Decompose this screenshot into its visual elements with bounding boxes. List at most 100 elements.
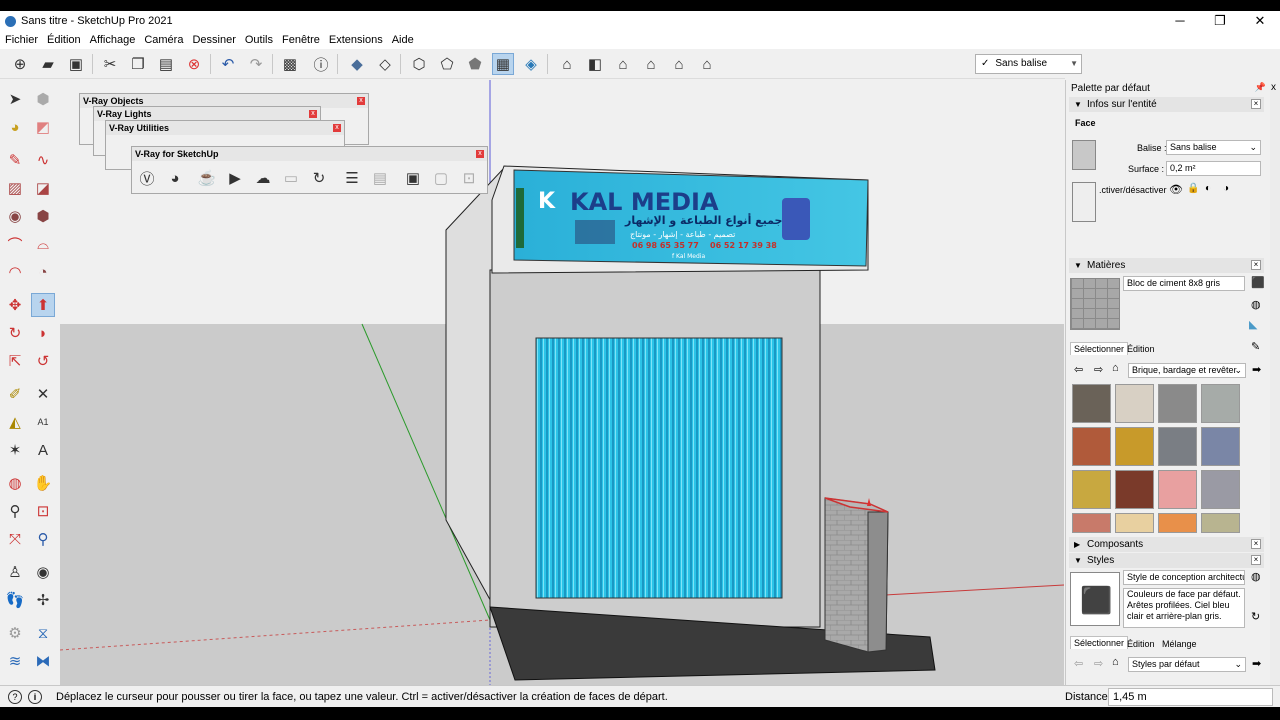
polygon-icon[interactable]: ⬢ [31,204,55,228]
maximize-button[interactable]: ❐ [1200,11,1240,31]
material-thumb-16[interactable] [1201,513,1240,533]
push-pull-icon[interactable]: ⬆ [31,293,55,317]
shaded-icon[interactable]: ⬟ [464,53,486,75]
pin-icon[interactable]: 📌 [1255,82,1266,93]
receive-shadows-icon[interactable]: ◑ [1223,183,1229,194]
stamp-icon[interactable]: ⧓ [31,649,55,673]
select-icon[interactable]: ➤ [3,87,27,111]
eyedropper-icon[interactable]: ✎ [1251,340,1260,353]
open-folder-icon[interactable]: ▰ [37,53,59,75]
material-library-select[interactable]: Brique, bardage et revêter ⌄ [1128,363,1246,378]
orbit-icon[interactable]: ◍ [3,471,27,495]
scale-icon[interactable]: ⇱ [3,349,27,373]
entity-material-swatch[interactable] [1072,140,1096,170]
styles-tab-select[interactable]: Sélectionner [1070,636,1129,649]
eraser-icon[interactable]: ◩ [31,115,55,139]
freehand-icon[interactable]: ∿ [31,148,55,172]
material-thumb-11[interactable] [1158,470,1197,509]
wireframe-icon[interactable]: ⬡ [408,53,430,75]
styles-close-button[interactable]: × [1251,555,1261,565]
arc-icon[interactable]: ⌒ [3,232,27,256]
vray-refresh-icon[interactable]: ↻ [308,167,330,189]
components-close-button[interactable]: × [1251,539,1261,549]
rotated-rectangle-icon[interactable]: ◪ [31,176,55,200]
vray-main-close-button[interactable]: x [476,150,484,158]
menu-aide[interactable]: Aide [392,34,414,46]
entity-back-material-swatch[interactable] [1072,182,1096,222]
material-name-field[interactable]: Bloc de ciment 8x8 gris [1123,276,1245,291]
menu-fenetre[interactable]: Fenêtre [282,34,320,46]
iso-view-icon[interactable]: ⌂ [556,53,578,75]
3d-text-icon[interactable]: A [31,438,55,462]
menu-extensions[interactable]: Extensions [329,34,383,46]
follow-me-icon[interactable]: ◗ [31,321,55,345]
3d-viewport[interactable]: K KAL MEDIA جميع أنواع الطباعة و الإشهار… [60,80,1064,685]
previous-view-icon[interactable]: ⚲ [31,527,55,551]
two-point-arc-icon[interactable]: ⌓ [31,232,55,256]
pan-icon[interactable]: ✋ [31,471,55,495]
styles-tab-edit[interactable]: Édition [1124,638,1158,650]
style-home-icon[interactable]: ⌂ [1112,656,1119,668]
sample-paint-icon[interactable]: ◣ [1249,318,1257,331]
redo-icon[interactable]: ↷ [245,53,267,75]
right-view-icon[interactable]: ⌂ [640,53,662,75]
section-plane-icon[interactable]: ✢ [31,588,55,612]
move-icon[interactable]: ✥ [3,293,27,317]
save-icon[interactable]: ▣ [65,53,87,75]
vray-viewport-render-icon[interactable]: ▢ [430,167,452,189]
minimize-button[interactable]: ─ [1160,11,1200,31]
entity-info-close-button[interactable]: × [1251,99,1261,109]
material-thumb-9[interactable] [1072,470,1111,509]
vray-objects-close-button[interactable]: x [357,97,365,105]
materials-tab-edit[interactable]: Édition [1124,343,1158,355]
smoove-icon[interactable]: ≋ [3,649,27,673]
vray-batch-render-icon[interactable]: ▭ [280,167,302,189]
paint-bucket-icon[interactable]: ◕ [3,115,27,139]
protractor-icon[interactable]: ◭ [3,410,27,434]
menu-dessiner[interactable]: Dessiner [192,34,235,46]
tray-scrollbar[interactable] [1270,90,1280,685]
back-arrow-icon[interactable]: ⇦ [1074,363,1083,376]
style-name-field[interactable]: Style de conception architectur [1123,570,1245,585]
info-icon[interactable]: i [28,690,42,704]
material-thumb-13[interactable] [1072,513,1111,533]
cast-shadows-icon[interactable]: ◐ [1205,183,1211,194]
vray-interactive-render-icon[interactable]: ▶ [224,167,246,189]
entity-info-header[interactable]: ▼ Infos sur l'entité × [1069,97,1264,112]
lock-icon[interactable]: 🔒 [1187,183,1199,194]
material-thumb-6[interactable] [1115,427,1154,466]
back-view-icon[interactable]: ⌂ [668,53,690,75]
material-thumb-2[interactable] [1115,384,1154,423]
vray-lights-close-button[interactable]: x [309,110,317,118]
material-thumb-12[interactable] [1201,470,1240,509]
offset-icon[interactable]: ↺ [31,349,55,373]
hidden-line-icon[interactable]: ⬠ [436,53,458,75]
geo-location-icon[interactable]: ? [8,690,22,704]
line-icon[interactable]: ✎ [3,148,27,172]
vray-render-icon[interactable]: ☕ [196,167,218,189]
axes-icon[interactable]: ✶ [3,438,27,462]
circle-icon[interactable]: ◉ [3,204,27,228]
menu-affichage[interactable]: Affichage [90,34,136,46]
back-edges-icon[interactable]: ◇ [374,53,396,75]
materials-tab-select[interactable]: Sélectionner [1070,342,1129,355]
pie-icon[interactable]: ◔ [31,260,55,284]
paste-icon[interactable]: ▤ [155,53,177,75]
entity-tag-select[interactable]: Sans balise ⌄ [1166,140,1261,155]
material-thumb-8[interactable] [1201,427,1240,466]
top-view-icon[interactable]: ◧ [584,53,606,75]
create-style-icon[interactable]: ◍ [1251,570,1261,583]
measurements-box[interactable]: 1,45 m [1108,688,1273,706]
zoom-extents-icon[interactable]: ⤧ [3,527,27,551]
component-icon[interactable]: ⬢ [31,87,55,111]
material-thumb-4[interactable] [1201,384,1240,423]
styles-tab-mix[interactable]: Mélange [1159,638,1200,650]
material-thumb-7[interactable] [1158,427,1197,466]
shaded-textures-icon[interactable]: ▦ [492,53,514,75]
position-camera-icon[interactable]: ♙ [3,560,27,584]
forward-arrow-icon[interactable]: ⇨ [1094,363,1103,376]
zoom-window-icon[interactable]: ⊡ [31,499,55,523]
materials-header[interactable]: ▼ Matières × [1069,258,1264,273]
vray-lightmix-icon[interactable]: ▤ [369,167,391,189]
left-view-icon[interactable]: ⌂ [696,53,718,75]
